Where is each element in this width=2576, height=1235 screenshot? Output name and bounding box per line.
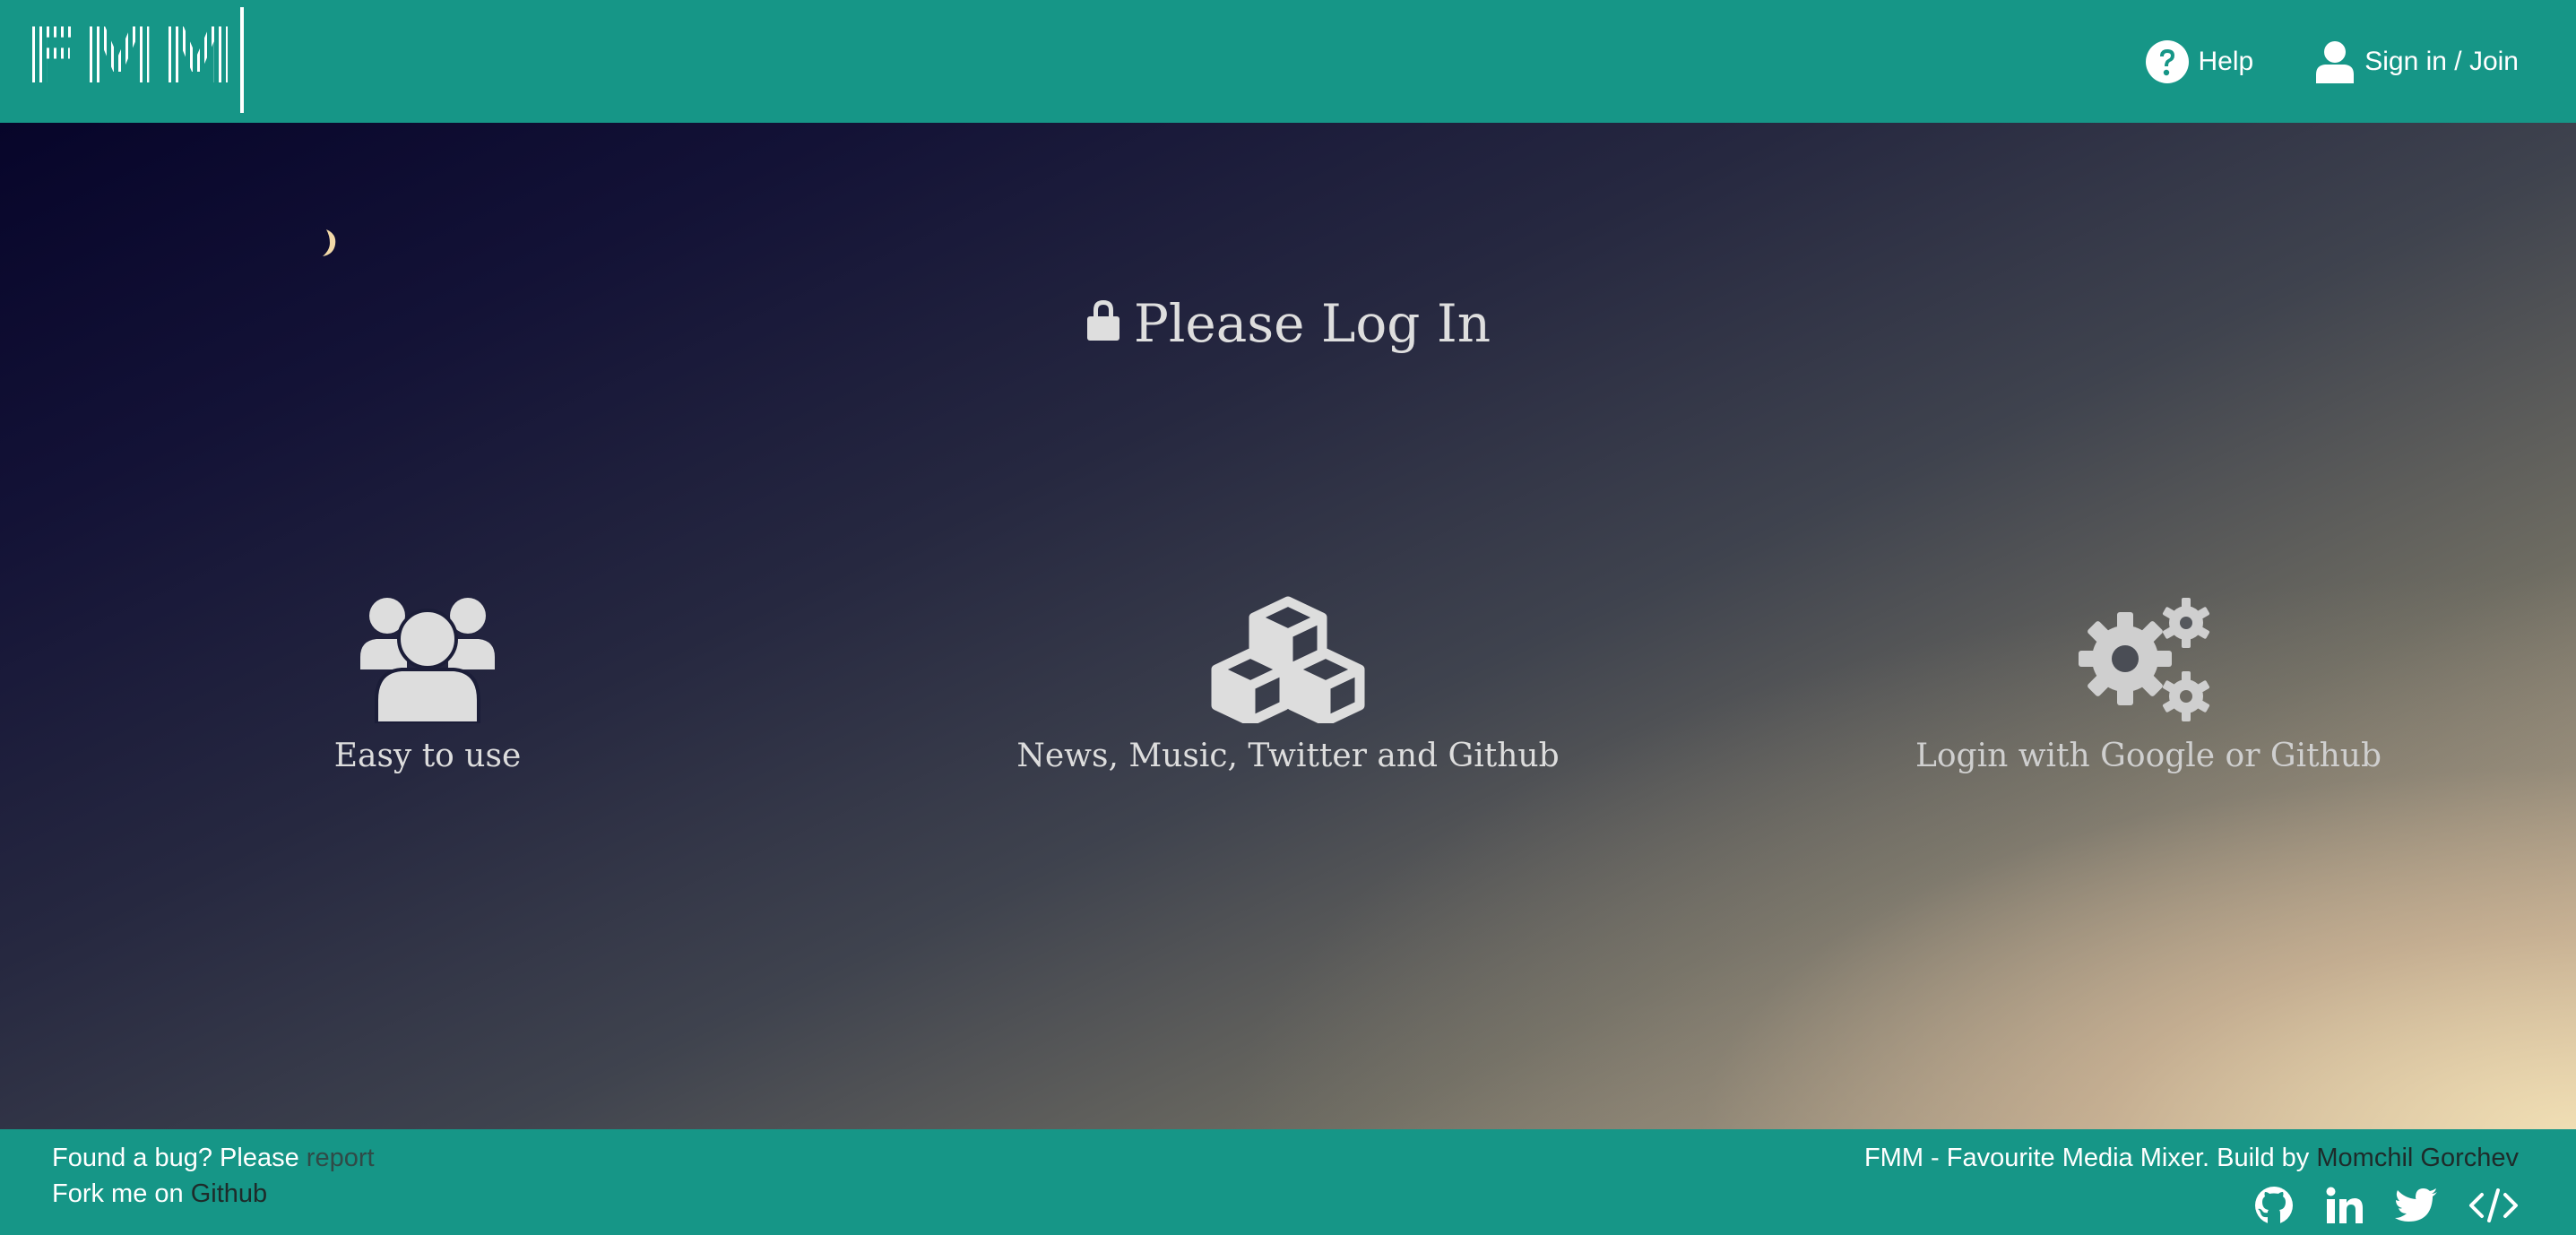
twitter-icon[interactable] — [2395, 1188, 2438, 1231]
credit-text: FMM - Favourite Media Mixer. Build by — [1863, 1144, 2310, 1172]
feature-login: Login with Google or Github — [1745, 589, 2552, 774]
feature-easy: Easy to use — [24, 589, 831, 774]
feature-label: Login with Google or Github — [1915, 738, 2382, 774]
gears-icon — [2079, 598, 2210, 721]
top-nav: Help Sign in / Join — [2145, 0, 2519, 123]
feature-label: News, Music, Twitter and Github — [1016, 738, 1560, 774]
help-link[interactable]: Help — [2145, 39, 2254, 84]
users-icon — [360, 598, 495, 723]
github-icon[interactable] — [2253, 1185, 2295, 1233]
footer: Found a bug? Please report Fork me on Gi… — [0, 1129, 2576, 1235]
footer-left: Found a bug? Please report Fork me on Gi… — [52, 1140, 375, 1212]
bug-text: Found a bug? Please — [52, 1144, 299, 1172]
author-link[interactable]: Momchil Gorchev — [2316, 1144, 2519, 1172]
code-icon[interactable] — [2468, 1188, 2519, 1231]
page-title: Please Log In — [0, 293, 2576, 354]
top-navbar: FMM Help Sign in / Join — [0, 0, 2576, 123]
signin-link[interactable]: Sign in / Join — [2314, 40, 2519, 83]
page-title-text: Please Log In — [1133, 293, 1491, 354]
linkedin-icon[interactable] — [2325, 1186, 2364, 1232]
signin-label: Sign in / Join — [2364, 46, 2519, 76]
moon-image — [323, 229, 336, 256]
report-link[interactable]: report — [307, 1144, 375, 1172]
fork-line: Fork me on Github — [52, 1176, 375, 1212]
feature-sources: News, Music, Twitter and Github — [885, 589, 1691, 774]
fmm-logo[interactable]: FMM — [25, 18, 237, 95]
github-link[interactable]: Github — [191, 1179, 267, 1208]
lock-icon — [1085, 293, 1121, 354]
user-icon — [2314, 40, 2356, 83]
cubes-icon — [1211, 596, 1365, 723]
question-circle-icon — [2145, 39, 2190, 84]
fork-text: Fork me on — [52, 1179, 184, 1208]
social-links — [2253, 1185, 2519, 1233]
bug-report-line: Found a bug? Please report — [52, 1140, 375, 1176]
footer-credit: FMM - Favourite Media Mixer. Build by Mo… — [1864, 1140, 2519, 1176]
logo-divider — [240, 7, 244, 113]
hero-background: Please Log In Easy to use News, Music, T… — [0, 123, 2576, 1129]
feature-label: Easy to use — [333, 738, 522, 774]
help-label: Help — [2198, 46, 2254, 76]
